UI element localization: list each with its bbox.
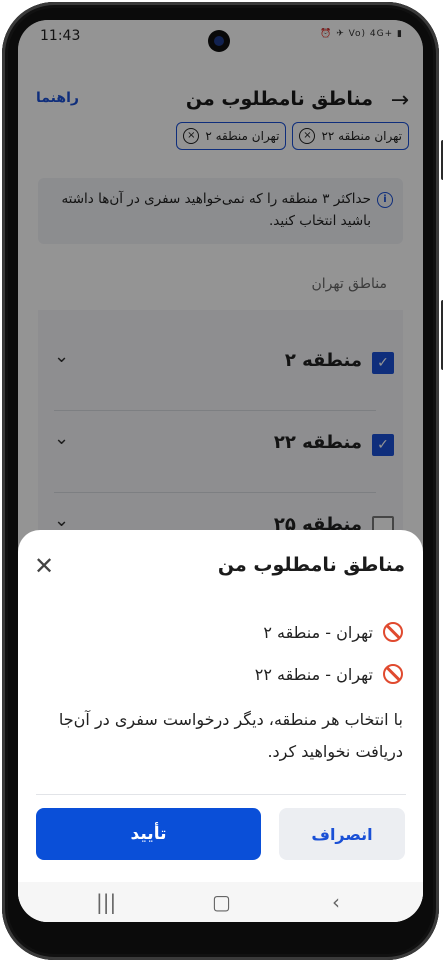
screen: 11:43 ⏰ ✈ Vo) 4G+ ▮ → مناطق نامطلوب من ر…	[18, 20, 423, 922]
recent-apps-icon[interactable]: |||	[96, 890, 116, 914]
bottom-sheet: مناطق نامطلوب من ✕ تهران - منطقه ۲ تهران…	[18, 530, 423, 922]
ban-icon	[383, 622, 403, 642]
close-icon[interactable]: ✕	[34, 552, 54, 580]
blocked-region-item: تهران - منطقه ۲۲	[255, 664, 403, 684]
ban-icon	[383, 664, 403, 684]
phone-frame: 11:43 ⏰ ✈ Vo) 4G+ ▮ → مناطق نامطلوب من ر…	[0, 0, 443, 962]
back-icon[interactable]: ‹	[332, 890, 340, 914]
blocked-region-label: تهران - منطقه ۲	[263, 622, 373, 642]
system-nav-bar: ||| ▢ ‹	[18, 882, 423, 922]
divider	[36, 794, 406, 795]
sheet-title: مناطق نامطلوب من	[217, 554, 405, 576]
cancel-button[interactable]: انصراف	[279, 808, 405, 860]
blocked-region-item: تهران - منطقه ۲	[263, 622, 403, 642]
home-icon[interactable]: ▢	[212, 890, 231, 914]
sheet-description: با انتخاب هر منطقه، دیگر درخواست سفری در…	[58, 710, 403, 761]
blocked-region-label: تهران - منطقه ۲۲	[254, 664, 373, 684]
confirm-button[interactable]: تأیید	[36, 808, 261, 860]
